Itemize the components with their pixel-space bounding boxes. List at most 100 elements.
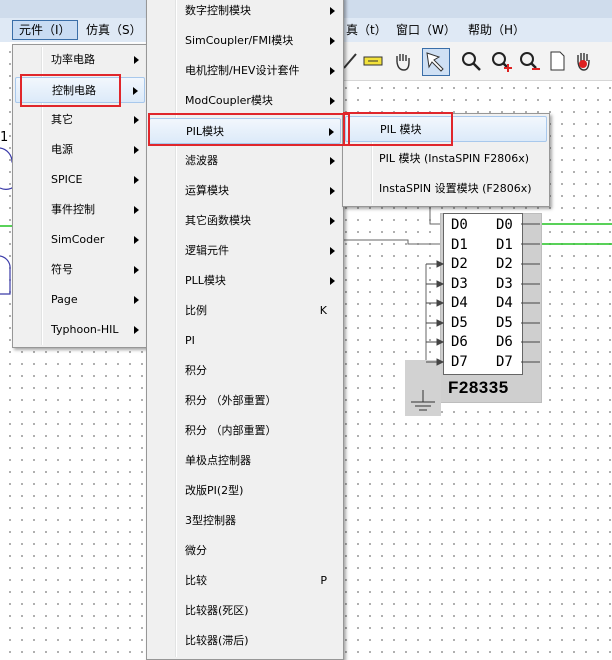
menu-item-source[interactable]: 电源 [15, 137, 145, 163]
submenu-arrow-icon [134, 236, 139, 244]
menu-item-label: 数字控制模块 [185, 4, 251, 17]
menu-item-label: Typhoon-HIL [51, 323, 119, 336]
menu-item-label: 电机控制/HEV设计套件 [185, 64, 300, 77]
menu-item-label: 其它 [51, 113, 73, 126]
menu-item-pil-instaspin[interactable]: PIL 模块 (InstaSPIN F2806x) [345, 146, 547, 172]
submenu-arrow-icon [330, 157, 335, 165]
menu-item-shortcut: P [320, 574, 327, 587]
submenu-arrow-icon [330, 97, 335, 105]
menu-item-label: 符号 [51, 263, 73, 276]
menu-item-label: 比较器(死区) [185, 604, 249, 617]
menu-item-label: 改版PI(2型) [185, 484, 244, 497]
menu-item-label: Page [51, 293, 78, 306]
toolbar [340, 42, 612, 81]
submenu-arrow-icon [330, 247, 335, 255]
menu-item-instaspin-setup[interactable]: InstaSPIN 设置模块 (F2806x) [345, 176, 547, 202]
stop-hand-icon[interactable] [572, 50, 594, 72]
menu-item-label: 比较 [185, 574, 207, 587]
menu-item-label: 比例 [185, 304, 207, 317]
menu-item-symbol[interactable]: 符号 [15, 257, 145, 283]
menu-item-comparator-deadzone[interactable]: 比较器(死区) [149, 598, 341, 624]
menu-item-label: 3型控制器 [185, 514, 236, 527]
menu-item-label: 逻辑元件 [185, 244, 229, 257]
menu-item-label: PIL 模块 [380, 123, 422, 136]
menu-item-proportional[interactable]: 比例 K [149, 298, 341, 324]
element-menu: 功率电路 控制电路 其它 电源 SPICE 事件控制 SimCoder 符号 P… [12, 44, 148, 348]
menu-item-control-circuit[interactable]: 控制电路 [15, 77, 145, 103]
menu-item-integrator-ext-reset[interactable]: 积分 （外部重置） [149, 388, 341, 414]
page-icon[interactable] [546, 50, 568, 72]
submenu-arrow-icon [133, 87, 138, 95]
submenu-arrow-icon [329, 128, 334, 136]
menu-item-label: 积分 （外部重置） [185, 394, 277, 407]
menu-item-label: PIL 模块 (InstaSPIN F2806x) [379, 152, 529, 165]
menu-item-type3[interactable]: 3型控制器 [149, 508, 341, 534]
menu-item-label: ModCoupler模块 [185, 94, 273, 107]
menu-item-label: 微分 [185, 544, 207, 557]
menu-item-label: SimCoder [51, 233, 105, 246]
menu-item-motor-hev[interactable]: 电机控制/HEV设计套件 [149, 58, 341, 84]
submenu-arrow-icon [134, 326, 139, 334]
menu-item-page[interactable]: Page [15, 287, 145, 313]
menu-item-pil-block[interactable]: PIL 模块 [345, 116, 547, 142]
submenu-arrow-icon [134, 206, 139, 214]
menu-item-label: 控制电路 [52, 84, 96, 97]
menu-item-label: SimCoupler/FMI模块 [185, 34, 294, 47]
menu-item-label: 运算模块 [185, 184, 229, 197]
chip-name: F28335 [448, 378, 509, 397]
menu-item-pi[interactable]: PI [149, 328, 341, 354]
submenu-arrow-icon [330, 67, 335, 75]
menu-item-single-pole[interactable]: 单极点控制器 [149, 448, 341, 474]
menu-item-comparator[interactable]: 比较 P [149, 568, 341, 594]
submenu-arrow-icon [134, 146, 139, 154]
submenu-arrow-icon [330, 7, 335, 15]
menu-item-label: PI [185, 334, 195, 347]
menu-item-spice[interactable]: SPICE [15, 167, 145, 193]
menu-item-comparator-hysteresis[interactable]: 比较器(滞后) [149, 628, 341, 654]
menu-item-modified-pi[interactable]: 改版PI(2型) [149, 478, 341, 504]
component-label: 1 [0, 130, 9, 145]
submenu-arrow-icon [330, 217, 335, 225]
menu-item-logic[interactable]: 逻辑元件 [149, 238, 341, 264]
menu-item-simcoder[interactable]: SimCoder [15, 227, 145, 253]
zoom-in-icon[interactable] [490, 50, 512, 72]
submenu-arrow-icon [134, 116, 139, 124]
menu-item-label: SPICE [51, 173, 83, 186]
menu-item-simcoupler[interactable]: SimCoupler/FMI模块 [149, 28, 341, 54]
zoom-out-icon[interactable] [518, 50, 540, 72]
menu-item-digital-control[interactable]: 数字控制模块 [149, 0, 341, 24]
menu-item-differentiator[interactable]: 微分 [149, 538, 341, 564]
select-arrow-icon[interactable] [422, 48, 450, 76]
menu-item-power-circuit[interactable]: 功率电路 [15, 47, 145, 73]
menu-item-label: 其它函数模块 [185, 214, 251, 227]
menu-item-other[interactable]: 其它 [15, 107, 145, 133]
menu-item-label: 功率电路 [51, 53, 95, 66]
menu-item-pil-module[interactable]: PIL模块 [149, 118, 341, 144]
menu-item-label: PIL模块 [186, 125, 225, 138]
menu-item-label: 单极点控制器 [185, 454, 251, 467]
menu-item-integrator-int-reset[interactable]: 积分 （内部重置） [149, 418, 341, 444]
menu-item-pll[interactable]: PLL模块 [149, 268, 341, 294]
control-circuit-submenu: 数字控制模块 SimCoupler/FMI模块 电机控制/HEV设计套件 Mod… [146, 0, 344, 660]
submenu-arrow-icon [134, 266, 139, 274]
submenu-arrow-icon [134, 56, 139, 64]
menu-item-label: 积分 （内部重置） [185, 424, 277, 437]
menu-item-label: 电源 [51, 143, 73, 156]
menu-item-integrator[interactable]: 积分 [149, 358, 341, 384]
menu-item-compute[interactable]: 运算模块 [149, 178, 341, 204]
menu-item-shortcut: K [319, 304, 327, 317]
menu-item-typhoon-hil[interactable]: Typhoon-HIL [15, 317, 145, 343]
menu-item-label: InstaSPIN 设置模块 (F2806x) [379, 182, 532, 195]
pil-submenu: PIL 模块 PIL 模块 (InstaSPIN F2806x) InstaSP… [342, 113, 550, 207]
menu-item-label: 比较器(滞后) [185, 634, 249, 647]
hand-icon[interactable] [392, 50, 414, 72]
menu-item-event-control[interactable]: 事件控制 [15, 197, 145, 223]
menu-item-other-functions[interactable]: 其它函数模块 [149, 208, 341, 234]
menu-item-filter[interactable]: 滤波器 [149, 148, 341, 174]
menu-item-modcoupler[interactable]: ModCoupler模块 [149, 88, 341, 114]
submenu-arrow-icon [330, 37, 335, 45]
zoom-icon[interactable] [460, 50, 482, 72]
submenu-arrow-icon [330, 187, 335, 195]
submenu-arrow-icon [134, 296, 139, 304]
probe-icon[interactable] [362, 50, 384, 72]
